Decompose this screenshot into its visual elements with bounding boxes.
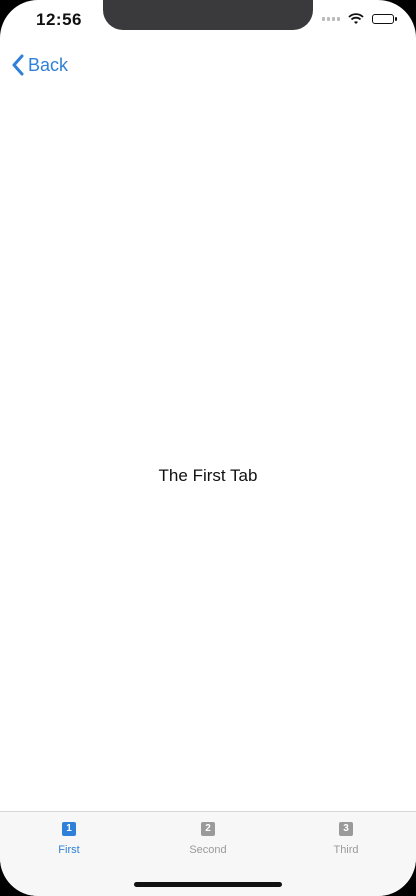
battery-icon [372, 14, 397, 24]
back-label: Back [28, 54, 69, 75]
wifi-icon [348, 13, 364, 24]
tab-first-badge: 1 [62, 822, 76, 836]
tab-content-label: The First Tab [158, 466, 258, 485]
tab-bar: 1 First 2 Second 3 Third [0, 811, 416, 896]
notch [103, 0, 313, 30]
status-icons [322, 13, 397, 25]
chevron-left-icon [12, 54, 24, 76]
tab-second[interactable]: 2 Second [158, 822, 258, 856]
device-screen: 12:56 Back The First Tab 1 First 2 Secon… [0, 0, 416, 896]
status-time: 12:56 [36, 10, 82, 29]
tab-third[interactable]: 3 Third [296, 822, 396, 856]
tab-third-badge: 3 [339, 822, 353, 836]
tab-first-label: First [58, 844, 80, 856]
tab-third-label: Third [333, 844, 359, 856]
tab-first[interactable]: 1 First [19, 822, 119, 856]
signal-icon [322, 17, 340, 21]
back-button[interactable]: Back [12, 54, 68, 76]
tab-second-label: Second [189, 844, 227, 856]
home-indicator[interactable] [134, 882, 282, 887]
tab-second-badge: 2 [201, 822, 215, 836]
